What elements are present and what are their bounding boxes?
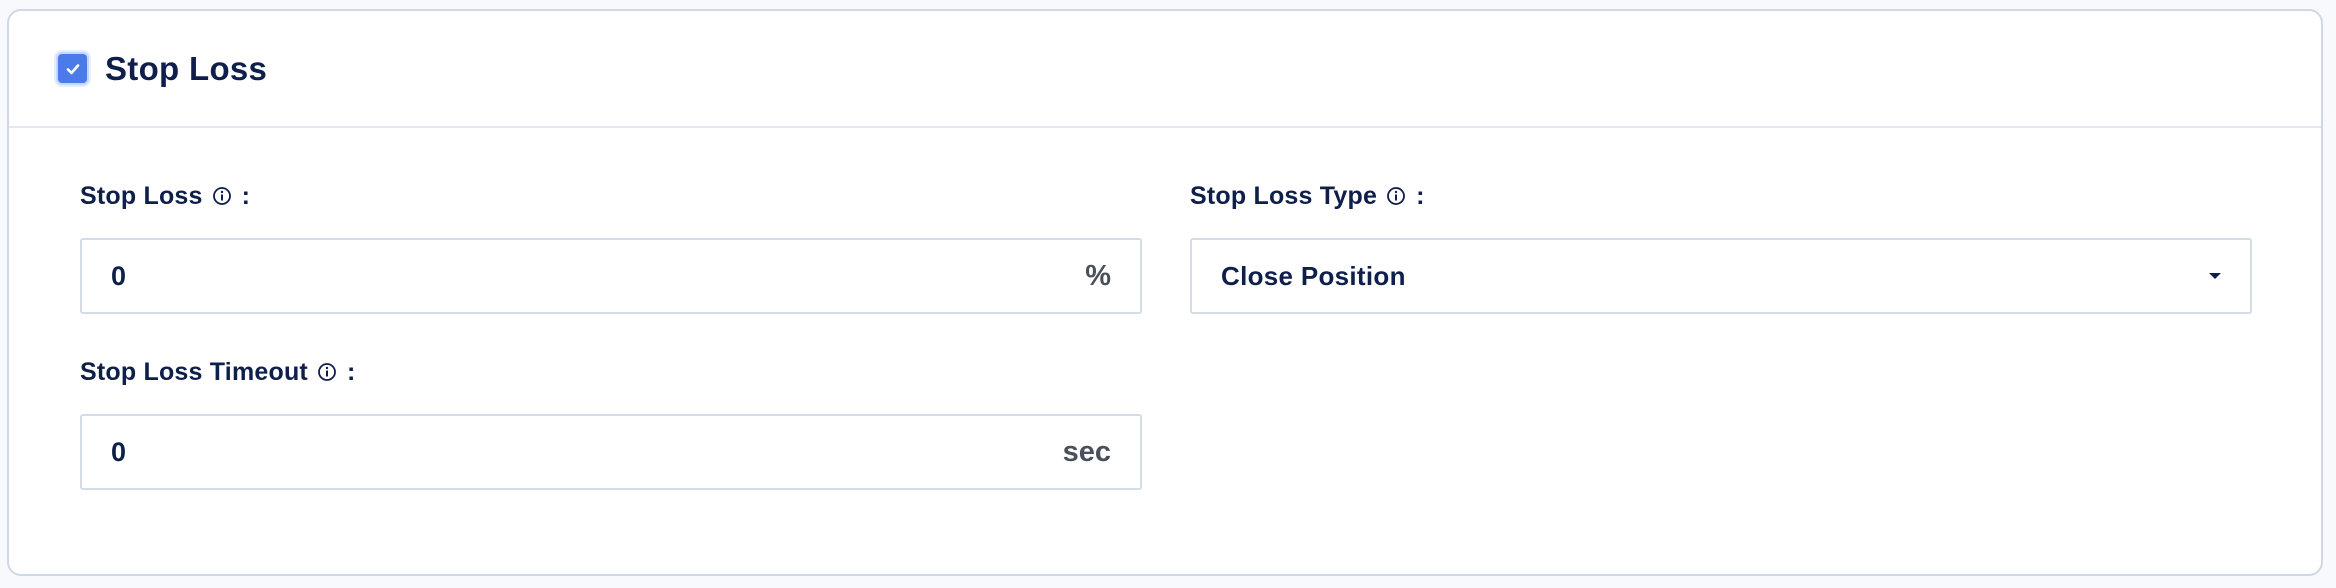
panel-title: Stop Loss [105,49,268,87]
stop-loss-enable-checkbox[interactable] [56,52,89,85]
info-icon[interactable] [1386,186,1406,206]
label-colon: : [241,181,251,210]
stop-loss-input[interactable] [82,239,1086,313]
stop-loss-type-select[interactable]: Close Position [1190,238,2252,314]
stop-loss-field: Stop Loss : % [80,181,1142,314]
stop-loss-input-box: % [80,238,1142,314]
info-icon[interactable] [212,186,232,206]
chevron-down-icon [2209,273,2221,279]
panel-header: Stop Loss [9,11,2321,128]
percent-suffix: % [1085,259,1111,292]
stop-loss-type-selected-value: Close Position [1221,260,1406,291]
stop-loss-label: Stop Loss : [80,181,250,211]
stop-loss-type-field: Stop Loss Type : Close Position [1190,181,2252,314]
check-icon [66,63,79,74]
stop-loss-panel: Stop Loss Stop Loss : % Stop Loss Type [7,9,2323,576]
stop-loss-type-label-text: Stop Loss Type [1190,181,1378,210]
seconds-suffix: sec [1062,435,1111,468]
stop-loss-timeout-input[interactable] [82,415,1063,489]
info-icon[interactable] [317,362,337,382]
stop-loss-timeout-input-box: sec [80,414,1142,490]
stop-loss-label-text: Stop Loss [80,181,203,210]
label-colon: : [346,357,356,386]
label-colon: : [1416,181,1425,210]
stop-loss-timeout-label-text: Stop Loss Timeout [80,357,308,386]
stop-loss-type-label: Stop Loss Type : [1190,181,1425,211]
stop-loss-timeout-label: Stop Loss Timeout : [80,357,355,387]
stop-loss-timeout-field: Stop Loss Timeout : sec [80,357,1142,490]
